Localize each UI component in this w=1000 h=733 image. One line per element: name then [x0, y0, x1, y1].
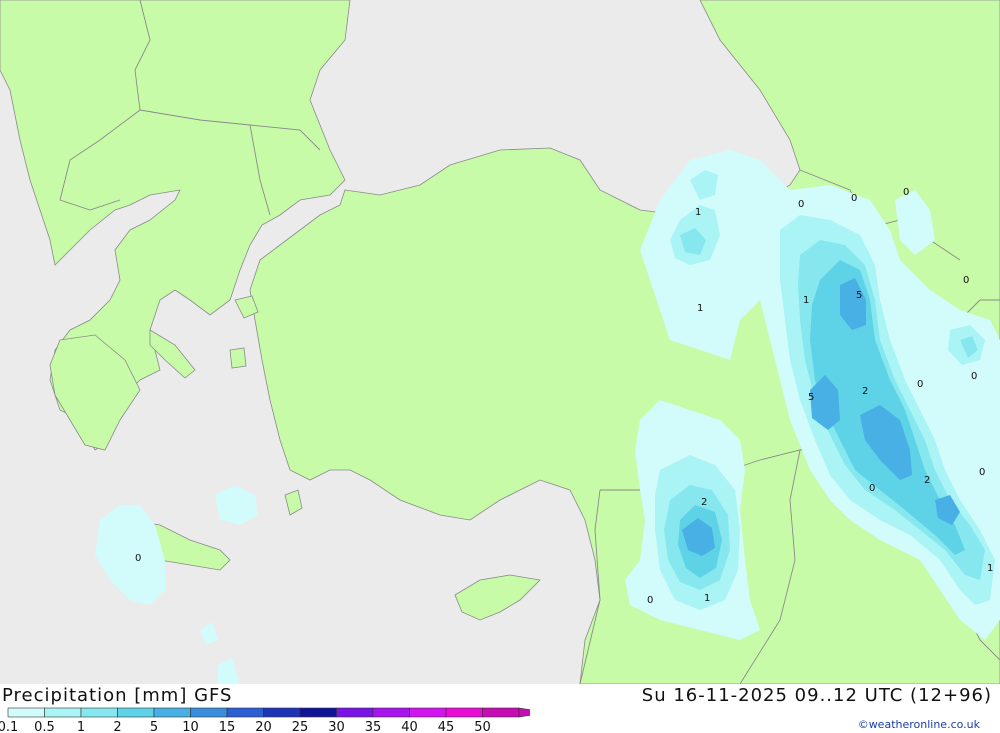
legend-swatch	[117, 707, 155, 718]
legend-label: 15	[219, 720, 236, 733]
contour-label: 1	[803, 295, 809, 306]
contour-label: 1	[697, 303, 703, 314]
footer-bar: Precipitation [mm] GFS Su 16-11-2025 09.…	[0, 684, 1000, 733]
legend-swatch	[190, 707, 228, 718]
contour-label: 1	[987, 563, 993, 574]
contour-label: 0	[963, 275, 969, 286]
legend-label: 2	[113, 720, 121, 733]
legend-label: 25	[292, 720, 309, 733]
legend-label: 45	[438, 720, 455, 733]
legend-label: 35	[365, 720, 382, 733]
valid-time-label: Su 16-11-2025 09..12 UTC (12+96)	[641, 685, 992, 706]
legend-label: 30	[328, 720, 345, 733]
contour-label: 2	[924, 475, 930, 486]
legend-swatch	[372, 707, 410, 718]
legend-swatch	[80, 707, 118, 718]
legend-swatch	[445, 707, 483, 718]
contour-label: 0	[903, 187, 909, 198]
legend-swatch	[299, 707, 337, 718]
contour-label: 0	[851, 193, 857, 204]
legend-arrow	[518, 707, 530, 718]
legend-label: 50	[474, 720, 491, 733]
credit-link[interactable]: ©weatheronline.co.uk	[858, 718, 980, 731]
contour-label: 0	[979, 467, 985, 478]
legend-swatch	[482, 707, 520, 718]
land-chios	[229, 347, 247, 369]
contour-label: 5	[808, 392, 814, 403]
legend-label: 20	[255, 720, 272, 733]
legend-label: 10	[182, 720, 199, 733]
legend-swatch	[226, 707, 264, 718]
contour-label: 0	[798, 199, 804, 210]
contour-label: 2	[701, 497, 707, 508]
contour-label: 2	[862, 386, 868, 397]
contour-label: 5	[856, 290, 862, 301]
legend-swatch	[409, 707, 447, 718]
contour-label: 0	[917, 379, 923, 390]
legend-swatch	[7, 707, 45, 718]
legend-label: 5	[150, 720, 158, 733]
contour-label: 0	[135, 553, 141, 564]
legend-label: 0.1	[0, 720, 18, 733]
contour-label: 0	[869, 483, 875, 494]
product-title: Precipitation [mm] GFS	[2, 685, 233, 706]
contour-label: 1	[704, 593, 710, 604]
legend-swatch	[263, 707, 301, 718]
precipitation-map: 1 0 0 0 0 1 1 5 0 0 5 2 0 2 0 2 0 1 0 1	[0, 0, 1000, 684]
legend-label: 40	[401, 720, 418, 733]
contour-label: 0	[647, 595, 653, 606]
contour-label: 1	[695, 207, 701, 218]
legend-label: 0.5	[34, 720, 55, 733]
legend-swatch	[44, 707, 82, 718]
legend-label: 1	[77, 720, 85, 733]
legend-swatch	[336, 707, 374, 718]
legend-swatch	[153, 707, 191, 718]
contour-label: 0	[971, 371, 977, 382]
precipitation-legend: 0.1 0.5 1 2 5 10 15 20 25 30 35 40 45 50	[0, 707, 530, 733]
